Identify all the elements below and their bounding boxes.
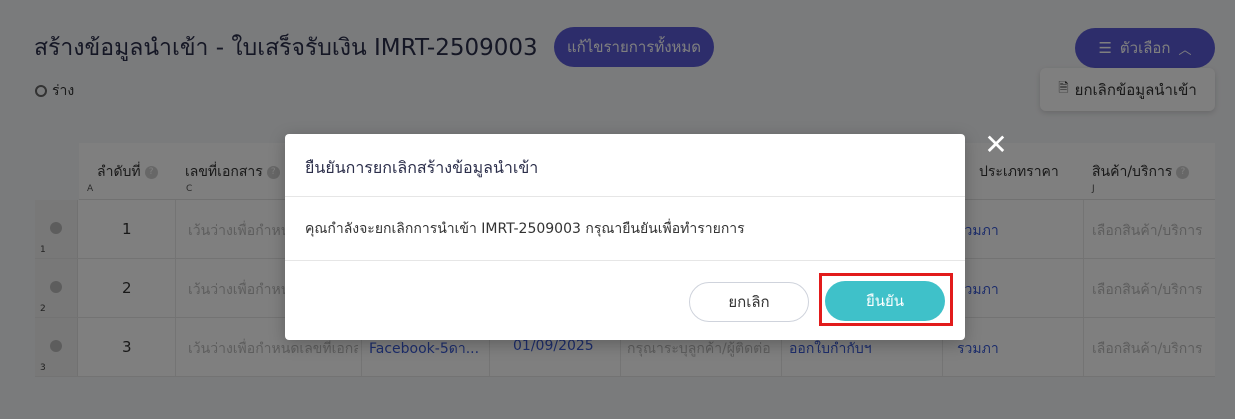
divider <box>285 260 965 261</box>
dialog-title: ยืนยันการยกเลิกสร้างข้อมูลนำเข้า <box>305 158 539 177</box>
close-icon[interactable]: ✕ <box>983 131 1009 159</box>
highlight-box <box>819 273 953 326</box>
dialog-message: คุณกำลังจะยกเลิกการนำเข้า IMRT-2509003 ก… <box>305 221 745 237</box>
cancel-button[interactable]: ยกเลิก <box>689 282 809 322</box>
divider <box>285 196 965 197</box>
